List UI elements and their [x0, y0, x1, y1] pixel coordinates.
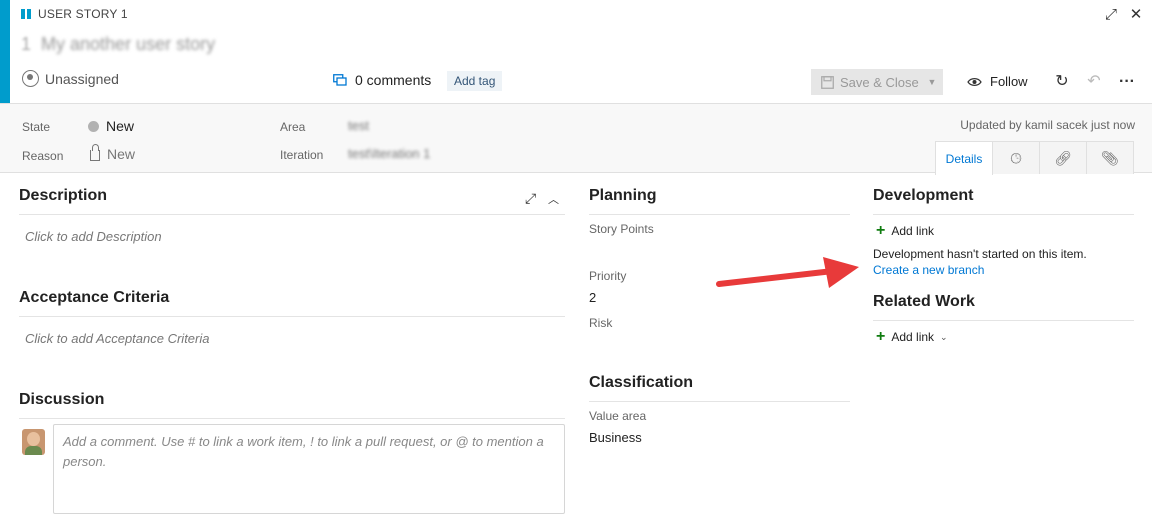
discussion-title: Discussion	[19, 391, 105, 408]
unassigned-avatar-icon	[22, 70, 39, 87]
title-row[interactable]: 1 My another user story	[21, 34, 215, 55]
work-item-type: USER STORY 1	[21, 7, 128, 21]
history-icon: 🕒︎	[1010, 149, 1022, 166]
priority-label: Priority	[589, 269, 627, 283]
comments-count: 0 comments	[355, 72, 432, 88]
details-tabs: Details 🕒︎ 🔗︎ 📎︎	[935, 141, 1134, 175]
plus-icon: +	[876, 222, 886, 239]
assigned-to-label: Unassigned	[45, 70, 119, 87]
reason-field: New	[90, 144, 136, 162]
close-icon[interactable]: ✕	[1126, 5, 1146, 25]
save-close-button[interactable]: Save & Close ▼	[811, 69, 943, 95]
save-dropdown-chevron-icon[interactable]: ▼	[921, 69, 943, 95]
tab-attachments[interactable]: 📎︎	[1086, 141, 1134, 174]
comment-input[interactable]: Add a comment. Use # to link a work item…	[53, 424, 565, 514]
add-tag-button[interactable]: Add tag	[447, 71, 503, 91]
book-icon	[21, 9, 32, 19]
acceptance-input[interactable]: Click to add Acceptance Criteria	[25, 331, 210, 346]
follow-button[interactable]: Follow	[967, 74, 1028, 89]
chevron-down-icon: ⌄	[940, 331, 948, 342]
development-message: Development hasn't started on this item.	[873, 247, 1087, 261]
related-work-divider	[873, 320, 1134, 321]
work-item-title[interactable]: My another user story	[41, 34, 215, 55]
related-add-link-label: Add link	[891, 330, 935, 344]
acceptance-divider	[19, 316, 565, 317]
attachment-icon: 📎︎	[1101, 149, 1119, 166]
state-value: New	[106, 118, 135, 134]
work-item-id: 1	[21, 34, 32, 54]
create-branch-link[interactable]: Create a new branch	[873, 263, 984, 277]
area-label: Area	[280, 120, 306, 134]
discussion-divider	[19, 418, 565, 419]
comments-icon	[333, 73, 347, 86]
fields-bar: State New Reason New Area test Iteration…	[0, 103, 1152, 175]
undo-icon[interactable]: ↶	[1084, 72, 1104, 92]
work-item-header: USER STORY 1 ⤢ ✕ 1 My another user story…	[0, 0, 1152, 103]
reason-value: New	[107, 146, 136, 162]
work-item-type-label: USER STORY 1	[38, 7, 128, 21]
related-work-title: Related Work	[873, 293, 975, 310]
related-add-link-button[interactable]: + Add link ⌄	[876, 328, 948, 345]
expand-icon[interactable]: ⤢	[525, 190, 536, 207]
description-divider	[19, 214, 565, 215]
priority-value[interactable]: 2	[589, 290, 596, 305]
risk-label: Risk	[589, 316, 613, 330]
annotation-arrow-icon	[716, 257, 859, 288]
development-title: Development	[873, 187, 974, 204]
state-picker[interactable]: New	[88, 118, 134, 134]
follow-label: Follow	[990, 74, 1028, 89]
value-area-value[interactable]: Business	[589, 430, 642, 445]
assigned-to-picker[interactable]: Unassigned	[22, 70, 119, 87]
iteration-label: Iteration	[280, 148, 324, 162]
tab-history[interactable]: 🕒︎	[992, 141, 1040, 174]
avatar	[22, 429, 45, 455]
story-points-label: Story Points	[589, 222, 654, 236]
classification-title: Classification	[589, 374, 694, 391]
lock-icon	[90, 144, 100, 161]
maximize-icon[interactable]: ⤢	[1101, 5, 1121, 25]
development-divider	[873, 214, 1134, 215]
updated-by-text: Updated by kamil sacek just now	[960, 118, 1135, 132]
planning-title: Planning	[589, 187, 657, 204]
collapse-chevron-icon[interactable]: ︿	[548, 191, 559, 207]
tab-details[interactable]: Details	[935, 141, 993, 175]
link-icon: 🔗︎	[1054, 149, 1072, 166]
reason-label: Reason	[22, 149, 64, 163]
description-title: Description	[19, 187, 108, 204]
more-actions-icon[interactable]: ···	[1117, 72, 1137, 92]
area-value[interactable]: test	[348, 118, 369, 133]
state-label: State	[22, 120, 51, 134]
risk-input[interactable]	[589, 332, 844, 354]
acceptance-title: Acceptance Criteria	[19, 289, 170, 306]
iteration-value[interactable]: test\Iteration 1	[348, 146, 430, 161]
classification-divider	[589, 401, 850, 402]
state-dot-icon	[88, 120, 99, 132]
save-close-label: Save & Close	[840, 74, 919, 90]
planning-divider	[589, 214, 850, 215]
comments-link[interactable]: 0 comments	[333, 72, 431, 88]
development-add-link-label: Add link	[891, 224, 935, 238]
save-icon	[821, 75, 834, 89]
tab-links[interactable]: 🔗︎	[1039, 141, 1087, 174]
refresh-icon[interactable]: ↻	[1052, 72, 1072, 92]
value-area-label: Value area	[589, 409, 647, 423]
eye-icon	[967, 77, 982, 86]
description-input[interactable]: Click to add Description	[25, 229, 162, 244]
development-add-link-button[interactable]: + Add link	[876, 222, 935, 239]
plus-icon: +	[876, 328, 886, 345]
